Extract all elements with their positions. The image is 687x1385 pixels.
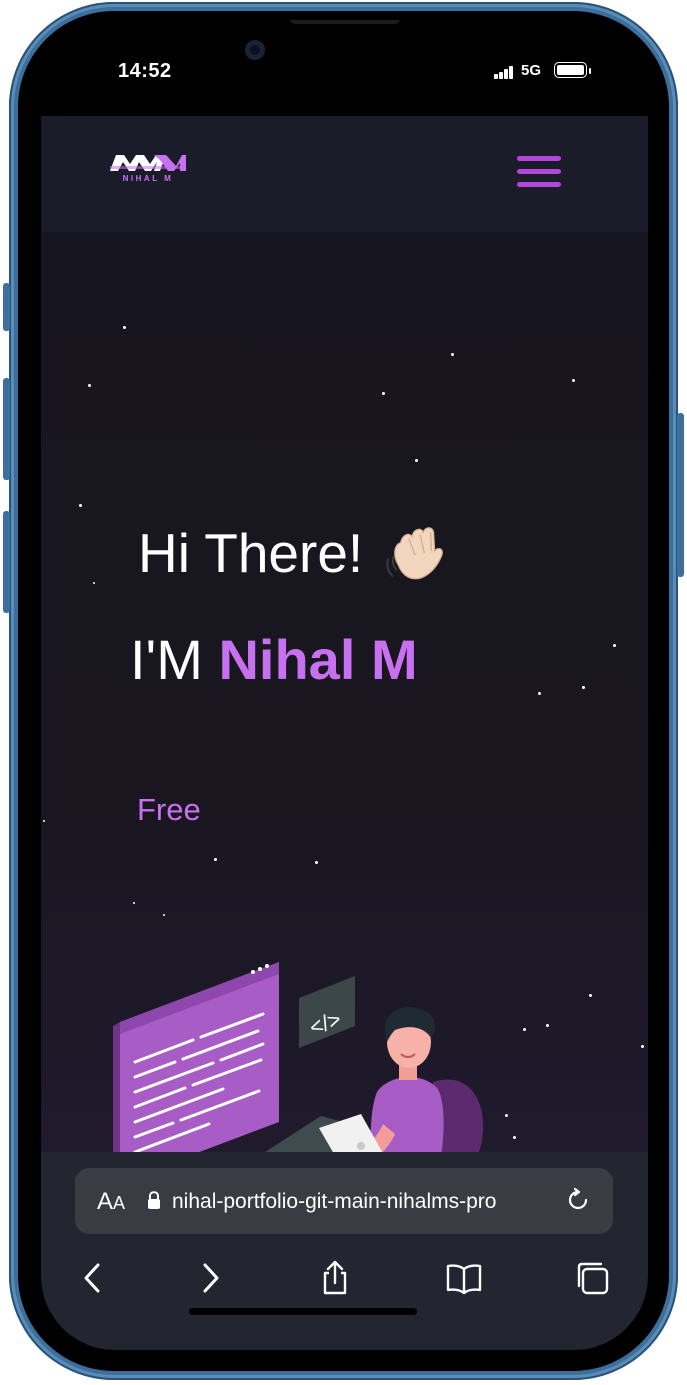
logo-text: NIHAL M bbox=[122, 174, 174, 183]
power-button bbox=[677, 413, 684, 577]
aa-small: A bbox=[113, 1193, 126, 1213]
battery-icon bbox=[554, 62, 587, 78]
volume-up-button bbox=[3, 378, 10, 480]
earpiece-speaker bbox=[290, 20, 400, 24]
star bbox=[315, 861, 318, 864]
typewriter-text: Free bbox=[137, 792, 201, 827]
star bbox=[79, 504, 82, 507]
battery-nub bbox=[589, 68, 591, 74]
hero-greeting: Hi There! bbox=[138, 520, 446, 585]
action-button bbox=[3, 283, 10, 331]
star bbox=[382, 392, 385, 395]
star bbox=[523, 1028, 526, 1031]
star bbox=[613, 644, 616, 647]
share-icon[interactable] bbox=[317, 1260, 353, 1296]
lock-icon bbox=[148, 1191, 160, 1209]
star bbox=[415, 459, 418, 462]
network-label: 5G bbox=[521, 62, 542, 79]
aa-big: A bbox=[97, 1188, 114, 1215]
star bbox=[582, 686, 585, 689]
star bbox=[589, 994, 592, 997]
hero-intro: I'M Nihal M bbox=[130, 627, 418, 692]
reload-icon[interactable] bbox=[565, 1187, 591, 1213]
site-logo[interactable]: NIHAL M bbox=[110, 154, 186, 184]
star bbox=[123, 326, 126, 329]
developer-illustration: </> bbox=[113, 962, 484, 1152]
back-icon[interactable] bbox=[75, 1260, 111, 1296]
tabs-icon[interactable] bbox=[575, 1260, 611, 1296]
safari-bottom-bar: AA nihal-portfolio-git-main-nihalms-pro bbox=[41, 1152, 648, 1350]
signal-icon bbox=[494, 66, 516, 79]
star bbox=[214, 858, 217, 861]
star bbox=[88, 384, 91, 387]
star bbox=[43, 820, 45, 822]
home-indicator[interactable] bbox=[189, 1308, 417, 1315]
hero-section: Hi There! I'M Nihal M Free </> bbox=[41, 232, 648, 1152]
url-text[interactable]: nihal-portfolio-git-main-nihalms-pro bbox=[172, 1190, 556, 1214]
waving-hand-icon bbox=[386, 527, 444, 580]
reader-settings-button[interactable]: AA bbox=[97, 1188, 125, 1216]
address-bar[interactable]: AA nihal-portfolio-git-main-nihalms-pro bbox=[75, 1168, 613, 1234]
status-bar: 14:52 5G bbox=[41, 58, 648, 88]
star bbox=[641, 1045, 644, 1048]
bookmarks-icon[interactable] bbox=[446, 1260, 482, 1296]
logo-mark-icon bbox=[110, 155, 186, 171]
front-camera bbox=[245, 40, 265, 60]
star bbox=[538, 692, 541, 695]
status-time: 14:52 bbox=[118, 60, 172, 82]
greeting-text: Hi There! bbox=[138, 522, 364, 584]
hamburger-menu-icon[interactable] bbox=[512, 154, 562, 196]
volume-down-button bbox=[3, 511, 10, 613]
intro-name: Nihal M bbox=[218, 628, 418, 691]
forward-icon[interactable] bbox=[192, 1260, 228, 1296]
intro-prefix: I'M bbox=[130, 628, 203, 691]
star bbox=[513, 1136, 516, 1139]
star bbox=[451, 353, 454, 356]
star bbox=[572, 379, 575, 382]
star bbox=[546, 1024, 549, 1027]
site-navbar: NIHAL M bbox=[41, 116, 648, 232]
web-page: NIHAL M Hi There! I'M Nihal M Free </> bbox=[41, 116, 648, 1152]
star bbox=[93, 582, 95, 584]
screen: 14:52 5G NIHAL M Hi There! I'M Nihal M F… bbox=[41, 20, 648, 1350]
